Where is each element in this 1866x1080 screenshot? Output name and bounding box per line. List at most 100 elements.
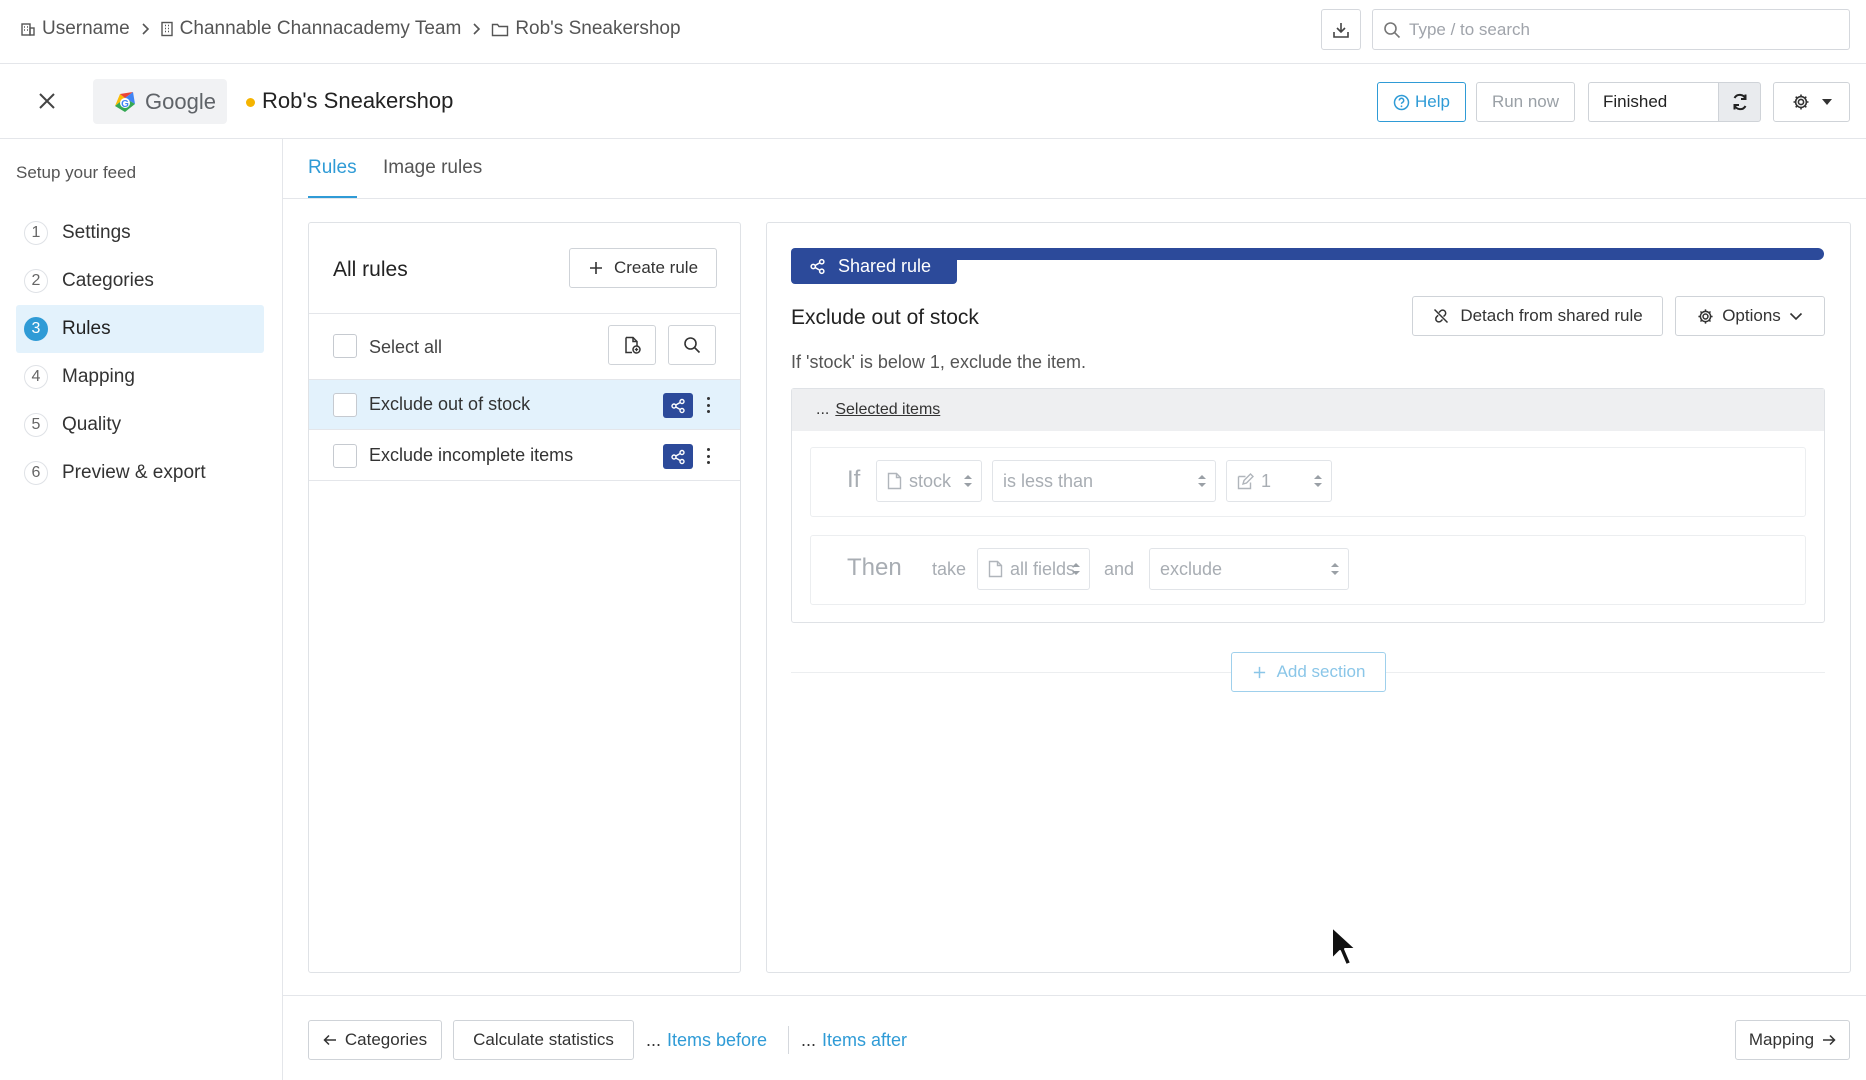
close-button[interactable] bbox=[33, 87, 61, 115]
then-field-select[interactable]: all fields bbox=[977, 548, 1090, 590]
next-mapping-button[interactable]: Mapping bbox=[1735, 1020, 1850, 1060]
file-icon bbox=[988, 560, 1003, 578]
chevron-down-icon bbox=[1789, 312, 1803, 321]
create-rule-button[interactable]: Create rule bbox=[569, 248, 717, 288]
step-label: Mapping bbox=[62, 366, 135, 387]
search-input[interactable] bbox=[1409, 19, 1829, 40]
sidebar-item-rules[interactable]: 3 Rules bbox=[16, 305, 264, 353]
share-icon bbox=[670, 398, 686, 414]
breadcrumb: Username Channable Channacademy Team Rob… bbox=[20, 18, 681, 40]
breadcrumb-user[interactable]: Username bbox=[20, 18, 130, 40]
rule-description: If 'stock' is below 1, exclude the item. bbox=[791, 352, 1087, 372]
step-number: 5 bbox=[24, 413, 48, 437]
chevron-right-icon bbox=[140, 22, 150, 36]
sidebar-item-preview-export[interactable]: 6 Preview & export bbox=[16, 449, 264, 497]
folder-add-icon bbox=[622, 335, 642, 355]
download-button[interactable] bbox=[1321, 9, 1361, 50]
if-operator-select[interactable]: is less than bbox=[992, 460, 1216, 502]
step-number: 4 bbox=[24, 365, 48, 389]
arrow-right-icon bbox=[1822, 1034, 1836, 1046]
breadcrumb-project[interactable]: Rob's Sneakershop bbox=[491, 18, 681, 40]
tab-image-rules[interactable]: Image rules bbox=[383, 157, 482, 196]
search-rules-button[interactable] bbox=[668, 325, 716, 365]
shared-rule-tag: Shared rule bbox=[791, 248, 957, 284]
refresh-button[interactable] bbox=[1718, 82, 1761, 122]
setup-sidebar: Setup your feed 1 Settings 2 Categories … bbox=[0, 139, 283, 1080]
close-icon bbox=[38, 92, 56, 110]
sidebar-item-settings[interactable]: 1 Settings bbox=[16, 209, 264, 257]
add-section-label: Add section bbox=[1276, 662, 1366, 681]
step-label: Categories bbox=[62, 270, 154, 291]
items-after-prefix: ... bbox=[801, 1030, 817, 1050]
file-icon bbox=[887, 472, 902, 490]
search-icon bbox=[1383, 21, 1401, 39]
rule-checkbox[interactable] bbox=[333, 393, 357, 417]
items-after-link[interactable]: ... Items after bbox=[801, 1030, 907, 1051]
plus-icon bbox=[1252, 665, 1267, 680]
building-icon bbox=[160, 21, 174, 37]
folder-icon bbox=[491, 22, 509, 37]
rules-list-title: All rules bbox=[333, 258, 408, 281]
mouse-cursor-icon bbox=[1330, 925, 1360, 969]
if-value: 1 bbox=[1261, 470, 1272, 491]
selected-items-link[interactable]: Selected items bbox=[835, 401, 940, 419]
take-word: take bbox=[932, 559, 967, 579]
if-operator-value: is less than bbox=[1003, 470, 1094, 491]
section-header[interactable]: ... Selected items bbox=[792, 389, 1824, 431]
select-all-label: Select all bbox=[369, 337, 443, 357]
items-after-label: Items after bbox=[822, 1030, 908, 1050]
footer-bar: Categories Calculate statistics ... Items… bbox=[283, 995, 1866, 1080]
options-dropdown-button[interactable]: Options bbox=[1675, 296, 1825, 336]
back-categories-button[interactable]: Categories bbox=[308, 1020, 442, 1060]
detach-label: Detach from shared rule bbox=[1460, 306, 1643, 325]
breadcrumb-user-label: Username bbox=[42, 18, 130, 39]
rules-list-panel: All rules Create rule Select all Exclude… bbox=[308, 222, 741, 973]
step-label: Preview & export bbox=[62, 462, 206, 483]
run-now-button[interactable]: Run now bbox=[1476, 82, 1575, 122]
shared-rule-badge[interactable] bbox=[663, 444, 693, 469]
rule-item-exclude-out-of-stock[interactable]: Exclude out of stock bbox=[309, 380, 740, 430]
detach-shared-rule-button[interactable]: Detach from shared rule bbox=[1412, 296, 1663, 336]
refresh-icon bbox=[1730, 92, 1750, 112]
items-before-prefix: ... bbox=[646, 1030, 662, 1050]
search-box[interactable] bbox=[1372, 9, 1850, 50]
status-dot bbox=[246, 98, 255, 107]
plus-icon bbox=[588, 260, 604, 276]
chevron-right-icon bbox=[471, 22, 481, 36]
status-label: Finished bbox=[1603, 92, 1668, 111]
step-label: Quality bbox=[62, 414, 122, 435]
if-value-select[interactable]: 1 bbox=[1226, 460, 1332, 502]
rule-item-exclude-incomplete-items[interactable]: Exclude incomplete items bbox=[309, 431, 740, 481]
if-field-select[interactable]: stock bbox=[876, 460, 982, 502]
step-number: 6 bbox=[24, 461, 48, 485]
rule-title: Exclude out of stock bbox=[791, 306, 979, 329]
help-button[interactable]: Help bbox=[1377, 82, 1466, 122]
feed-title: Rob's Sneakershop bbox=[262, 88, 454, 113]
more-options-icon[interactable] bbox=[703, 445, 713, 467]
shared-rule-badge[interactable] bbox=[663, 393, 693, 418]
sidebar-item-quality[interactable]: 5 Quality bbox=[16, 401, 264, 449]
back-label: Categories bbox=[344, 1030, 428, 1049]
add-section-button[interactable]: Add section bbox=[1231, 652, 1386, 692]
select-all-checkbox[interactable] bbox=[333, 334, 357, 358]
gear-icon bbox=[1792, 93, 1810, 111]
next-label: Mapping bbox=[1748, 1030, 1815, 1049]
new-folder-button[interactable] bbox=[608, 325, 656, 365]
breadcrumb-team[interactable]: Channable Channacademy Team bbox=[160, 18, 462, 40]
more-options-icon[interactable] bbox=[703, 394, 713, 416]
tab-rules[interactable]: Rules bbox=[308, 157, 357, 198]
breadcrumb-team-label: Channable Channacademy Team bbox=[179, 18, 462, 39]
then-action-select[interactable]: exclude bbox=[1149, 548, 1349, 590]
items-before-link[interactable]: ... Items before bbox=[646, 1030, 767, 1051]
calculate-statistics-button[interactable]: Calculate statistics bbox=[453, 1020, 634, 1060]
settings-menu-button[interactable] bbox=[1773, 82, 1850, 122]
then-action-row: Then take all fields and exclude bbox=[810, 535, 1806, 605]
steps-list: 1 Settings 2 Categories 3 Rules 4 Mappin… bbox=[16, 209, 264, 497]
calc-label: Calculate statistics bbox=[473, 1030, 614, 1049]
rule-section: ... Selected items If stock is less than bbox=[791, 388, 1825, 623]
gear-icon bbox=[1697, 308, 1714, 325]
rule-checkbox[interactable] bbox=[333, 444, 357, 468]
sidebar-item-mapping[interactable]: 4 Mapping bbox=[16, 353, 264, 401]
then-field-value: all fields bbox=[1010, 558, 1076, 579]
sidebar-item-categories[interactable]: 2 Categories bbox=[16, 257, 264, 305]
